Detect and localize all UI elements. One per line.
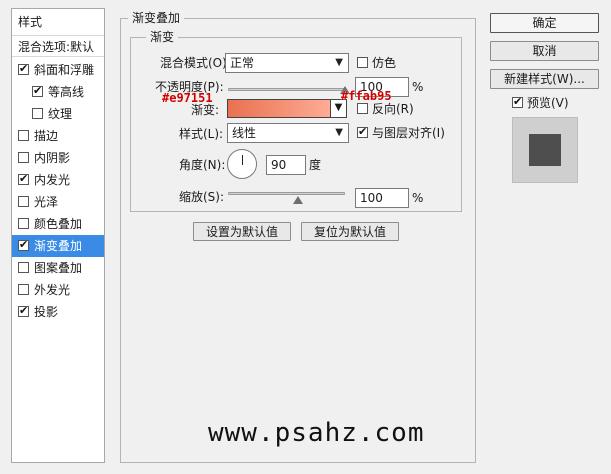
chevron-down-icon: ▼ <box>334 102 343 113</box>
style-item[interactable]: ✔ 渐变叠加 <box>12 235 104 257</box>
style-item-label: 内发光 <box>34 173 71 187</box>
gradient-picker[interactable] <box>227 99 331 118</box>
set-default-button[interactable]: 设置为默认值 <box>193 222 291 241</box>
style-select[interactable]: 线性 ▼ <box>227 123 349 143</box>
style-item[interactable]: ✔ 投影 <box>12 301 104 323</box>
style-item[interactable]: ✔ 等高线 <box>12 81 104 103</box>
reverse-label: 反向(R) <box>372 102 414 116</box>
angle-unit: 度 <box>309 158 322 172</box>
style-label: 样式(L): <box>179 127 224 141</box>
preview-checkbox[interactable]: ✔ <box>512 95 523 108</box>
style-item-checkbox[interactable] <box>18 284 29 295</box>
style-item-checkbox[interactable]: ✔ <box>18 62 29 75</box>
blend-mode-label: 混合模式(O): <box>160 56 231 70</box>
angle-dial[interactable] <box>227 149 257 179</box>
check-icon: ✔ <box>33 84 43 97</box>
preview-square <box>529 134 561 166</box>
style-item-label: 颜色叠加 <box>34 217 83 231</box>
style-item-label: 等高线 <box>48 85 85 99</box>
reset-default-button[interactable]: 复位为默认值 <box>301 222 399 241</box>
style-item-label: 纹理 <box>48 107 73 121</box>
style-item-checkbox[interactable] <box>32 108 43 119</box>
style-item[interactable]: 光泽 <box>12 191 104 213</box>
scale-slider-thumb[interactable] <box>293 196 304 204</box>
gradient-legend: 渐变 <box>146 30 179 44</box>
style-item-label: 渐变叠加 <box>34 239 83 253</box>
style-item-checkbox[interactable] <box>18 218 29 229</box>
scale-input[interactable]: 100 <box>355 188 409 208</box>
blend-mode-value: 正常 <box>230 56 255 70</box>
style-item-label: 光泽 <box>34 195 59 209</box>
new-style-button[interactable]: 新建样式(W)... <box>490 69 599 89</box>
style-item-label: 描边 <box>34 129 59 143</box>
style-item[interactable]: ✔ 斜面和浮雕 <box>12 59 104 81</box>
check-icon: ✔ <box>19 304 29 317</box>
dither-label: 仿色 <box>372 56 397 70</box>
style-item-checkbox[interactable]: ✔ <box>32 84 43 97</box>
scale-slider-track[interactable] <box>228 192 345 195</box>
check-icon: ✔ <box>19 172 29 185</box>
align-with-layer-checkbox[interactable]: ✔ <box>357 125 368 138</box>
dither-checkbox[interactable] <box>357 57 368 68</box>
style-item[interactable]: 描边 <box>12 125 104 147</box>
reverse-checkbox[interactable] <box>357 103 368 114</box>
chevron-down-icon: ▼ <box>335 127 343 138</box>
style-item-label: 外发光 <box>34 283 71 297</box>
angle-input[interactable]: 90 <box>266 155 306 175</box>
style-item[interactable]: ✔ 内发光 <box>12 169 104 191</box>
style-item-checkbox[interactable] <box>18 262 29 273</box>
align-with-layer-label: 与图层对齐(I) <box>372 126 445 140</box>
style-item-label: 投影 <box>34 305 59 319</box>
preview-label: 预览(V) <box>527 96 569 110</box>
style-item[interactable]: 外发光 <box>12 279 104 301</box>
style-item[interactable]: 纹理 <box>12 103 104 125</box>
opacity-unit: % <box>412 80 424 94</box>
ok-button[interactable]: 确定 <box>490 13 599 33</box>
check-icon: ✔ <box>19 238 29 251</box>
styles-title: 样式 <box>18 15 43 29</box>
style-item-checkbox[interactable]: ✔ <box>18 172 29 185</box>
opacity-slider-track[interactable] <box>228 88 345 91</box>
style-item[interactable]: 图案叠加 <box>12 257 104 279</box>
scale-unit: % <box>412 191 424 205</box>
angle-label: 角度(N): <box>179 158 226 172</box>
chevron-down-icon: ▼ <box>335 57 343 68</box>
style-item[interactable]: 颜色叠加 <box>12 213 104 235</box>
style-item-checkbox[interactable]: ✔ <box>18 304 29 317</box>
blend-mode-select[interactable]: 正常 ▼ <box>225 53 349 73</box>
scale-label: 缩放(S): <box>179 190 225 204</box>
angle-needle <box>242 155 243 165</box>
gradient-overlay-legend: 渐变叠加 <box>128 11 185 25</box>
check-icon: ✔ <box>19 62 29 75</box>
check-icon: ✔ <box>513 95 523 108</box>
style-item-checkbox[interactable] <box>18 130 29 141</box>
watermark-text: www.psahz.com <box>208 418 425 448</box>
style-item-checkbox[interactable]: ✔ <box>18 238 29 251</box>
style-item-label: 斜面和浮雕 <box>34 63 95 77</box>
style-item-checkbox[interactable] <box>18 152 29 163</box>
style-item[interactable]: 内阴影 <box>12 147 104 169</box>
cancel-button[interactable]: 取消 <box>490 41 599 61</box>
styles-list-panel: 样式 混合选项:默认 ✔ 斜面和浮雕 ✔ 等高线纹理描边内阴影 ✔ 内发光光泽颜色叠加 ✔ 渐… <box>11 8 105 463</box>
style-item-label: 内阴影 <box>34 151 71 165</box>
blend-options-item[interactable]: 混合选项:默认 <box>12 35 104 57</box>
start-color-annotation: #e97151 <box>162 91 213 105</box>
style-preview-swatch <box>512 117 578 183</box>
style-item-checkbox[interactable] <box>18 196 29 207</box>
end-color-annotation: #ffab95 <box>341 89 392 103</box>
style-value: 线性 <box>232 126 257 140</box>
check-icon: ✔ <box>358 125 368 138</box>
style-item-label: 图案叠加 <box>34 261 83 275</box>
